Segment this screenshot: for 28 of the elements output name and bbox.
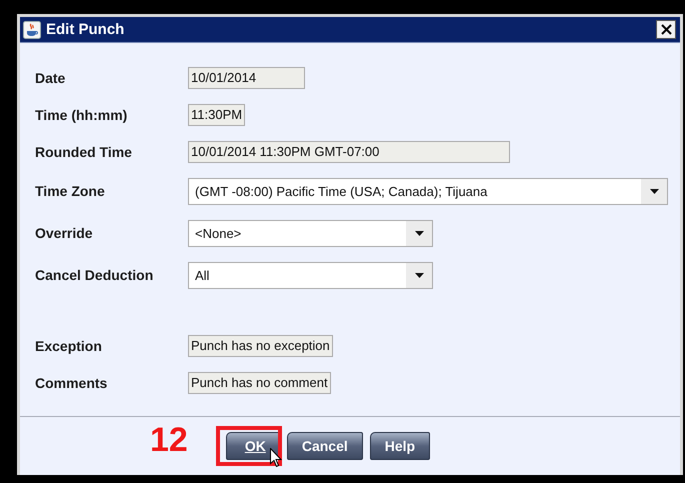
caret-icon xyxy=(650,188,658,194)
read-only-field: 11:30PM xyxy=(188,104,246,126)
window-title: Edit Punch xyxy=(46,21,126,38)
field-label: Date xyxy=(35,70,66,86)
mouse-pointer-icon xyxy=(270,448,282,467)
dropdown[interactable]: (GMT -08:00) Pacific Time (USA; Canada); Tijuana xyxy=(188,178,668,204)
read-only-field: Punch has no comment xyxy=(188,372,331,394)
dropdown[interactable]: <None> xyxy=(188,220,433,246)
read-only-field: Punch has no exception xyxy=(188,334,333,356)
dropdown[interactable]: All xyxy=(188,262,433,288)
read-only-field: 10/01/2014 11:30PM GMT-07:00 xyxy=(188,140,510,162)
field-label: Cancel Deduction xyxy=(35,267,154,283)
step-number: 12 xyxy=(150,420,188,460)
field-label: Rounded Time xyxy=(35,144,133,160)
cup-icon xyxy=(23,20,41,38)
field-label: Time Zone xyxy=(35,183,106,199)
field-label: Override xyxy=(35,225,94,241)
dialog-button[interactable]: Cancel xyxy=(286,432,363,460)
field-label: Comments xyxy=(35,374,108,390)
caret-icon xyxy=(414,230,424,236)
dialog-button[interactable]: Help xyxy=(370,432,430,460)
field-label: Exception xyxy=(35,338,103,354)
field-label: Time (hh:mm) xyxy=(35,106,128,122)
dialog-button[interactable]: OK xyxy=(226,432,280,460)
close-icon xyxy=(660,24,672,35)
close-button[interactable] xyxy=(656,20,676,39)
read-only-field: 10/01/2014 xyxy=(188,66,305,88)
caret-icon xyxy=(414,272,424,278)
